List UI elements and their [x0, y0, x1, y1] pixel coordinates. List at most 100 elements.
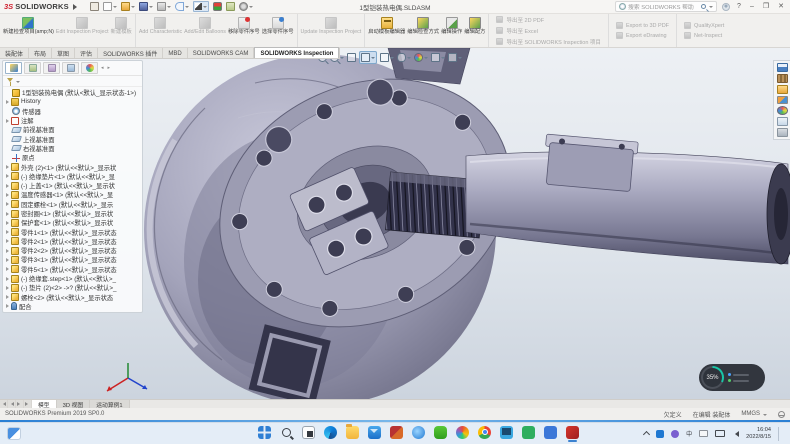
tree-item-annotations[interactable]: 注解 [3, 116, 142, 125]
options-button[interactable] [239, 2, 253, 11]
tab-addins[interactable]: SOLIDWORKS 插件 [98, 48, 163, 58]
tags-globe-icon[interactable] [778, 411, 785, 418]
solidworks-taskbar-button[interactable] [566, 426, 579, 442]
chevron-down-icon[interactable] [113, 6, 117, 10]
launch-template-editor-button[interactable]: 启动模板编辑器 [367, 16, 406, 46]
apply-scene-button[interactable] [431, 53, 445, 62]
chevron-down-icon[interactable] [340, 57, 344, 61]
expander-icon[interactable] [6, 202, 9, 206]
tray-purple-app-icon[interactable] [671, 430, 679, 438]
update-inspection-project-button[interactable]: Update Inspection Project [300, 16, 363, 46]
tree-item-component[interactable]: (-) 绝缘套.step<1> (默认<<默认>_ [3, 274, 142, 283]
expander-icon[interactable] [6, 249, 9, 253]
help-search-box[interactable]: 搜索 SOLIDWORKS 帮助 [615, 1, 717, 12]
ime-indicator[interactable]: 中 [686, 429, 692, 438]
display-icon[interactable] [715, 430, 725, 437]
featuremanager-tab[interactable] [5, 62, 22, 74]
save-button[interactable] [139, 2, 153, 11]
doc-tab-model[interactable]: 模型 [32, 400, 57, 408]
open-button[interactable] [121, 2, 135, 11]
tab-scroll-left-icon[interactable]: ◂ [100, 65, 105, 71]
logo-flyout-icon[interactable] [73, 4, 80, 10]
zoom-widget-row-1[interactable] [728, 373, 760, 376]
chevron-down-icon[interactable] [249, 6, 253, 10]
tray-blue-app-icon[interactable] [656, 430, 664, 438]
expander-icon[interactable] [6, 193, 9, 197]
tree-item-front-plane[interactable]: 前视基准面 [3, 125, 142, 134]
expander-icon[interactable] [6, 304, 9, 308]
start-button[interactable] [258, 426, 271, 442]
tab-sketch[interactable]: 草图 [52, 48, 75, 58]
color-wheel-app-button[interactable] [456, 426, 469, 442]
export-inspection-project-button[interactable]: 导出至 SOLIDWORKS Inspection 项目 [496, 38, 600, 46]
chevron-down-icon[interactable] [458, 57, 462, 61]
tab-nav-last[interactable] [24, 400, 32, 408]
chevron-down-icon[interactable] [441, 57, 445, 61]
tab-mbd[interactable]: MBD [163, 48, 187, 58]
configurationmanager-tab[interactable] [43, 62, 60, 74]
w-app-button[interactable] [544, 426, 557, 442]
tab-solidworks-inspection[interactable]: SOLIDWORKS Inspection [254, 47, 339, 58]
add-edit-balloons-button[interactable]: Add/Edit Balloons [183, 16, 227, 46]
rebuild-button[interactable] [213, 2, 222, 11]
export-edrawing-button[interactable]: Export eDrawing [616, 32, 669, 39]
keyboard-layout-icon[interactable] [699, 430, 708, 437]
tab-nav-prev[interactable] [8, 400, 16, 408]
help-button[interactable]: ? [735, 3, 743, 10]
tray-overflow-chevron-icon[interactable] [643, 431, 650, 438]
doc-tab-3d-views[interactable]: 3D 视图 [57, 400, 91, 408]
zoom-widget-row-2[interactable] [728, 379, 760, 382]
tab-nav-first[interactable] [0, 400, 8, 408]
tree-item-component[interactable]: 密封圈<1> (默认<<默认>_显示状 [3, 209, 142, 218]
expander-icon[interactable] [6, 174, 9, 178]
tree-item-component[interactable]: 保护套<1> (默认<<默认>_显示状 [3, 218, 142, 227]
chevron-down-icon[interactable] [149, 6, 153, 10]
minimize-button[interactable]: – [748, 3, 756, 10]
new-inspection-project-button[interactable]: 新建检查项目(amp;N) [2, 16, 55, 46]
chevron-down-icon[interactable] [424, 57, 428, 61]
chevron-down-icon[interactable] [167, 6, 171, 10]
dimxpertmanager-tab[interactable] [62, 62, 79, 74]
filter-funnel-icon[interactable] [7, 78, 13, 85]
undo-button[interactable] [175, 2, 189, 11]
s-app-button[interactable] [522, 426, 535, 442]
propertymanager-tab[interactable] [24, 62, 41, 74]
expander-icon[interactable] [6, 184, 9, 188]
edit-inspection-method-button[interactable]: 编辑检查方式 [406, 16, 440, 46]
expander-icon[interactable] [6, 221, 9, 225]
section-view-button[interactable] [347, 53, 356, 62]
chevron-down-icon[interactable] [131, 6, 135, 10]
units-selector[interactable]: MMGS [741, 411, 767, 418]
tree-item-top-plane[interactable]: 上视基准面 [3, 134, 142, 143]
forum-icon[interactable] [777, 128, 788, 137]
expander-icon[interactable] [6, 267, 9, 271]
file-explorer-button[interactable] [346, 426, 359, 442]
export-3d-pdf-button[interactable]: Export to 3D PDF [616, 22, 669, 29]
new-template-button[interactable]: 新建模板 [110, 16, 133, 46]
expander-icon[interactable] [6, 258, 9, 262]
home-button[interactable] [90, 2, 99, 11]
export-2d-pdf-button[interactable]: 导出至 2D PDF [496, 16, 600, 24]
chevron-down-icon[interactable] [371, 57, 375, 61]
chevron-down-icon[interactable] [390, 57, 394, 61]
expander-icon[interactable] [6, 295, 9, 299]
tree-item-component[interactable]: 螺栓<2> (默认<<默认>_显示状态 [3, 293, 142, 302]
mail-button[interactable] [368, 426, 381, 442]
display-style-button[interactable] [380, 53, 394, 62]
view-settings-button[interactable] [448, 53, 462, 62]
tab-nav-next[interactable] [16, 400, 24, 408]
expander-icon[interactable] [6, 239, 9, 243]
tree-item-component[interactable]: (-) 绝缘垫片<1> (默认<<默认>_显 [3, 172, 142, 181]
expander-icon[interactable] [6, 277, 9, 281]
export-excel-button[interactable]: 导出至 Excel [496, 27, 600, 35]
new-document-button[interactable] [103, 2, 117, 11]
tree-item-component[interactable]: 零件2<2> (默认<<默认>_显示状态 [3, 246, 142, 255]
chevron-down-icon[interactable] [709, 6, 713, 10]
chevron-down-icon[interactable] [16, 81, 20, 85]
search-button[interactable] [280, 428, 293, 442]
tree-item-component[interactable]: (-) 垫片 (2)<2> ->? (默认<<默认>_ [3, 283, 142, 292]
tree-item-origin[interactable]: 原点 [3, 153, 142, 162]
tree-item-component[interactable]: 零件1<1> (默认<<默认>_显示状态 [3, 227, 142, 236]
tree-item-history[interactable]: History [3, 97, 142, 106]
expander-icon[interactable] [6, 165, 9, 169]
